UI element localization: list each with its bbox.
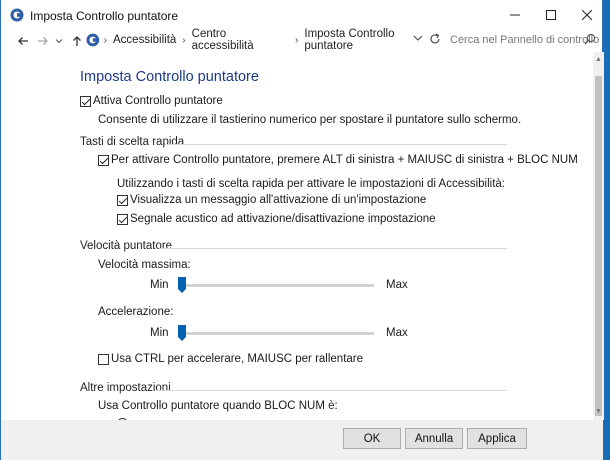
acceleration-max-label: Max (386, 327, 408, 339)
hotkeys-group-title: Tasti di scelta rapida (80, 136, 185, 148)
title-bar: Imposta Controllo puntatore (1, 0, 602, 30)
up-button[interactable] (69, 33, 85, 49)
address-path[interactable]: › Accessibilità › Centro accessibilità ›… (86, 28, 443, 52)
dialog-footer: OK Annulla Applica (1, 420, 603, 460)
ctrl-shift-checkbox[interactable] (98, 354, 109, 365)
breadcrumb-separator-icon: › (295, 34, 299, 46)
back-button[interactable] (15, 33, 31, 49)
breadcrumb-separator-icon: › (182, 34, 186, 46)
search-icon (584, 33, 596, 45)
numlock-description: Usa Controllo puntatore quando BLOC NUM … (98, 400, 338, 412)
beep-checkbox[interactable] (117, 214, 128, 225)
ok-button[interactable]: OK (343, 428, 401, 449)
max-speed-min-label: Min (150, 279, 169, 291)
search-input[interactable]: Cerca nel Pannello di controllo (444, 30, 604, 50)
max-speed-slider[interactable] (178, 284, 374, 287)
minimize-icon (510, 14, 520, 16)
enable-mouse-keys-checkbox[interactable] (80, 96, 91, 107)
cancel-button[interactable]: Annulla (405, 428, 463, 449)
breadcrumb-separator-icon: › (103, 34, 108, 46)
scroll-up-icon[interactable]: ▲ (595, 56, 602, 66)
max-speed-max-label: Max (386, 279, 408, 291)
forward-arrow-icon (38, 37, 48, 45)
maximize-icon (546, 10, 556, 20)
acceleration-min-label: Min (150, 327, 169, 339)
page-title: Imposta Controllo puntatore (80, 69, 259, 85)
search-placeholder: Cerca nel Pannello di controllo (450, 34, 600, 46)
breadcrumb-item[interactable]: Accessibilità (113, 34, 176, 46)
settings-content: Imposta Controllo puntatore Attiva Contr… (1, 52, 591, 420)
max-speed-slider-thumb[interactable] (178, 277, 186, 293)
scrollbar-thumb[interactable] (595, 76, 602, 416)
scroll-down-icon[interactable]: ▼ (595, 408, 602, 418)
refresh-icon[interactable] (429, 33, 441, 45)
acceleration-slider-thumb[interactable] (178, 325, 186, 341)
address-bar: › Accessibilità › Centro accessibilità ›… (1, 28, 604, 52)
group-divider (157, 390, 507, 391)
speed-group-title: Velocità puntatore (80, 240, 173, 252)
ctrl-shift-label[interactable]: Usa CTRL per accelerare, MAIUSC per rall… (111, 353, 363, 365)
hotkey-activate-label[interactable]: Per attivare Controllo puntatore, premer… (111, 154, 578, 166)
dialog-window: Imposta Controllo puntatore › Accessibil… (0, 0, 604, 460)
hotkey-activate-checkbox[interactable] (98, 155, 109, 166)
control-panel-icon (86, 33, 100, 47)
hotkey-sub-description: Utilizzando i tasti di scelta rapida per… (117, 178, 505, 190)
enable-description: Consente di utilizzare il tastierino num… (98, 114, 522, 126)
recent-dropdown[interactable] (51, 33, 67, 49)
address-dropdown-icon[interactable] (413, 34, 423, 42)
show-message-label[interactable]: Visualizza un messaggio all'attivazione … (130, 194, 426, 206)
close-icon (582, 10, 592, 20)
max-speed-label: Velocità massima: (98, 259, 191, 271)
chevron-down-icon (55, 39, 63, 44)
other-group-title: Altre impostazioni (80, 382, 171, 394)
acceleration-label: Accelerazione: (98, 306, 174, 318)
group-divider (159, 248, 507, 249)
beep-label[interactable]: Segnale acustico ad attivazione/disattiv… (130, 213, 436, 225)
show-message-checkbox[interactable] (117, 195, 128, 206)
close-button[interactable] (564, 0, 610, 30)
vertical-scrollbar[interactable]: ▲ ▼ (593, 52, 604, 420)
breadcrumb-item[interactable]: Centro accessibilità (192, 28, 289, 52)
group-divider (165, 144, 507, 145)
enable-mouse-keys-label[interactable]: Attiva Controllo puntatore (93, 95, 223, 107)
control-panel-icon (10, 8, 24, 22)
up-arrow-icon (73, 36, 81, 46)
back-arrow-icon (18, 37, 28, 45)
acceleration-slider[interactable] (178, 332, 374, 335)
window-title: Imposta Controllo puntatore (30, 9, 179, 23)
apply-button[interactable]: Applica (467, 428, 527, 449)
forward-button[interactable] (35, 33, 51, 49)
